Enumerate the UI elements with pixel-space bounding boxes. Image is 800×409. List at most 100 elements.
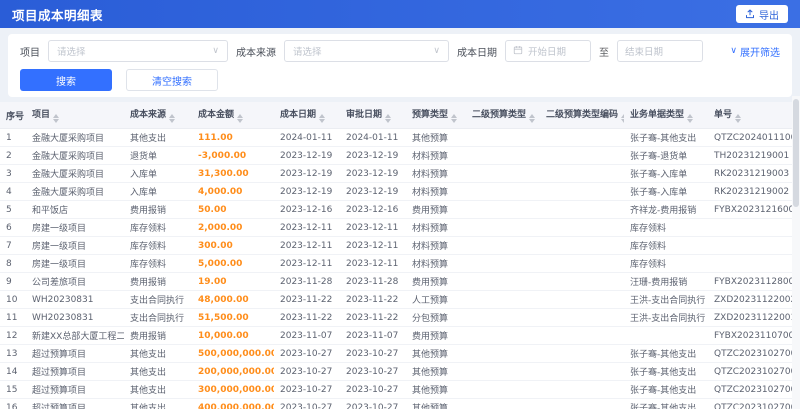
project-select[interactable]: 请选择 ∨ bbox=[48, 40, 228, 62]
column-label: 预算类型 bbox=[412, 110, 449, 120]
cell-seq: 15 bbox=[0, 380, 26, 399]
column-header-budget_type2[interactable]: 二级预算类型 bbox=[466, 102, 540, 129]
sort-icon[interactable] bbox=[529, 114, 536, 123]
table-row[interactable]: 16 超过预算项目 其他支出 400,000,000.00 2023-10-27 2023… bbox=[0, 398, 792, 409]
sort-icon[interactable] bbox=[385, 114, 392, 123]
table-row[interactable]: 12新建XX总部大厦工程二期费用报销10,000.002023-11-07202… bbox=[0, 326, 792, 345]
cell-cost_source: 其他支出 bbox=[124, 344, 192, 363]
table-body: 1 金融大厦采购项目 其他支出 111.00 2024-01-11 2024-01-11 其… bbox=[0, 128, 792, 409]
column-label: 成本来源 bbox=[130, 110, 167, 120]
cell-seq: 10 bbox=[0, 290, 26, 309]
cell-doc_no: QTZC20231027002 bbox=[708, 362, 792, 381]
cell-doc_no bbox=[708, 254, 792, 273]
column-header-cost_amount[interactable]: 成本金额 bbox=[192, 102, 274, 129]
cell-budget_type: 材料预算 bbox=[406, 236, 466, 255]
cell-seq: 13 bbox=[0, 344, 26, 363]
cell-cost_date: 2023-11-22 bbox=[274, 290, 340, 309]
cell-cost_amount: 31,300.00 bbox=[192, 164, 274, 183]
table-row[interactable]: 1 金融大厦采购项目 其他支出 111.00 2024-01-11 2024-01-11 其… bbox=[0, 128, 792, 147]
vertical-scrollbar bbox=[792, 96, 800, 409]
scrollbar-thumb[interactable] bbox=[793, 99, 799, 207]
table-row[interactable]: 15 超过预算项目 其他支出 300,000,000.00 2023-10-27 2023… bbox=[0, 380, 792, 399]
cell-budget_type: 材料预算 bbox=[406, 218, 466, 237]
sort-icon[interactable] bbox=[735, 114, 742, 123]
table-row[interactable]: 9 公司差旅项目 费用报销 19.00 2023-11-28 2023-11-28 费用预算… bbox=[0, 272, 792, 291]
cell-cost_amount: 500,000,000.00 bbox=[192, 344, 274, 363]
cost-source-select[interactable]: 请选择 ∨ bbox=[284, 40, 449, 62]
column-header-cost_source[interactable]: 成本来源 bbox=[124, 102, 192, 129]
table-row[interactable]: 13 超过预算项目 其他支出 500,000,000.00 2023-10-27 2023… bbox=[0, 344, 792, 363]
table-row[interactable]: 3 金融大厦采购项目 入库单 31,300.00 2023-12-19 2023-12-1… bbox=[0, 164, 792, 183]
table-row[interactable]: 7 房建一级项目 库存领料 300.00 2023-12-11 2023-12-11 材料预… bbox=[0, 236, 792, 255]
cell-budget_type2_code bbox=[540, 272, 624, 291]
sort-icon[interactable] bbox=[237, 114, 244, 123]
table-row[interactable]: 14 超过预算项目 其他支出 200,000,000.00 2023-10-27 2023… bbox=[0, 362, 792, 381]
end-date-input[interactable]: 结束日期 bbox=[617, 40, 703, 62]
cell-cost_source: 退货单 bbox=[124, 146, 192, 165]
table-row[interactable]: 11 WH20230831 支出合同执行 51,500.00 2023-11-22 202… bbox=[0, 308, 792, 327]
sort-icon[interactable] bbox=[169, 114, 176, 123]
cell-approval_date: 2023-12-16 bbox=[340, 200, 406, 219]
filter-buttons: 搜索 清空搜索 bbox=[20, 69, 780, 91]
cell-approval_date: 2023-10-27 bbox=[340, 344, 406, 363]
cell-cost_amount: 200,000,000.00 bbox=[192, 362, 274, 381]
cell-biz_doc_type: 库存领料 bbox=[624, 218, 708, 237]
cell-approval_date: 2023-10-27 bbox=[340, 362, 406, 381]
column-label: 二级预算类型编码 bbox=[546, 110, 619, 120]
table-row[interactable]: 10 WH20230831 支出合同执行 48,000.00 2023-11-22 202… bbox=[0, 290, 792, 309]
column-header-budget_type[interactable]: 预算类型 bbox=[406, 102, 466, 129]
cell-cost_source: 其他支出 bbox=[124, 128, 192, 147]
cell-approval_date: 2023-11-22 bbox=[340, 308, 406, 327]
column-header-biz_doc_type[interactable]: 业务单据类型 bbox=[624, 102, 708, 129]
cell-budget_type2_code bbox=[540, 362, 624, 381]
cell-biz_doc_type: 库存领料 bbox=[624, 254, 708, 273]
column-header-cost_date[interactable]: 成本日期 bbox=[274, 102, 340, 129]
cell-cost_amount: 300,000,000.00 bbox=[192, 380, 274, 399]
sort-icon[interactable] bbox=[53, 114, 60, 123]
search-button[interactable]: 搜索 bbox=[20, 69, 112, 91]
column-label: 业务单据类型 bbox=[630, 110, 685, 120]
cell-budget_type2_code bbox=[540, 290, 624, 309]
start-date-input[interactable]: 开始日期 bbox=[505, 40, 591, 62]
column-header-approval_date[interactable]: 审批日期 bbox=[340, 102, 406, 129]
cell-budget_type2 bbox=[466, 344, 540, 363]
cell-seq: 11 bbox=[0, 308, 26, 327]
cell-cost_source: 费用报销 bbox=[124, 200, 192, 219]
cell-project: 房建一级项目 bbox=[26, 218, 124, 237]
cell-budget_type: 材料预算 bbox=[406, 182, 466, 201]
cell-project: 金融大厦采购项目 bbox=[26, 182, 124, 201]
table-row[interactable]: 4 金融大厦采购项目 入库单 4,000.00 2023-12-19 2023-12-19… bbox=[0, 182, 792, 201]
cell-cost_source: 费用报销 bbox=[124, 326, 192, 345]
column-header-budget_type2_code[interactable]: 二级预算类型编码 bbox=[540, 102, 624, 129]
table-row[interactable]: 8 房建一级项目 库存领料 5,000.00 2023-12-11 2023-12-11 材… bbox=[0, 254, 792, 273]
date-range-separator: 至 bbox=[599, 47, 609, 59]
export-button[interactable]: 导出 bbox=[736, 5, 788, 23]
cell-doc_no: FYBX20231107001 bbox=[708, 326, 792, 345]
table-row[interactable]: 6 房建一级项目 库存领料 2,000.00 2023-12-11 2023-12-11 材… bbox=[0, 218, 792, 237]
clear-search-button[interactable]: 清空搜索 bbox=[126, 69, 218, 91]
cell-cost_source: 支出合同执行 bbox=[124, 308, 192, 327]
cell-budget_type: 材料预算 bbox=[406, 164, 466, 183]
cell-project: 超过预算项目 bbox=[26, 344, 124, 363]
table-row[interactable]: 5 和平饭店 费用报销 50.00 2023-12-16 2023-12-16 费用预算 齐祥… bbox=[0, 200, 792, 219]
column-header-project[interactable]: 项目 bbox=[26, 102, 124, 129]
end-date-placeholder: 结束日期 bbox=[625, 47, 664, 58]
cell-biz_doc_type: 张子骞-其他支出 bbox=[624, 362, 708, 381]
cell-cost_date: 2023-11-28 bbox=[274, 272, 340, 291]
cell-seq: 2 bbox=[0, 146, 26, 165]
cell-seq: 1 bbox=[0, 128, 26, 147]
cell-budget_type: 费用预算 bbox=[406, 272, 466, 291]
column-header-doc_no[interactable]: 单号 bbox=[708, 102, 792, 129]
sort-icon[interactable] bbox=[451, 114, 458, 123]
sort-icon[interactable] bbox=[319, 114, 326, 123]
table-row[interactable]: 2 金融大厦采购项目 退货单 -3,000.00 2023-12-19 2023-12-1… bbox=[0, 146, 792, 165]
cell-cost_date: 2023-12-19 bbox=[274, 182, 340, 201]
cell-cost_date: 2023-11-07 bbox=[274, 326, 340, 345]
sort-icon[interactable] bbox=[621, 114, 624, 123]
cell-budget_type2_code bbox=[540, 128, 624, 147]
cell-biz_doc_type: 张子骞-其他支出 bbox=[624, 398, 708, 409]
expand-filter-link[interactable]: ∨ 展开筛选 bbox=[730, 44, 780, 59]
cell-project: 房建一级项目 bbox=[26, 254, 124, 273]
sort-icon[interactable] bbox=[687, 114, 694, 123]
column-label: 成本金额 bbox=[198, 110, 235, 120]
